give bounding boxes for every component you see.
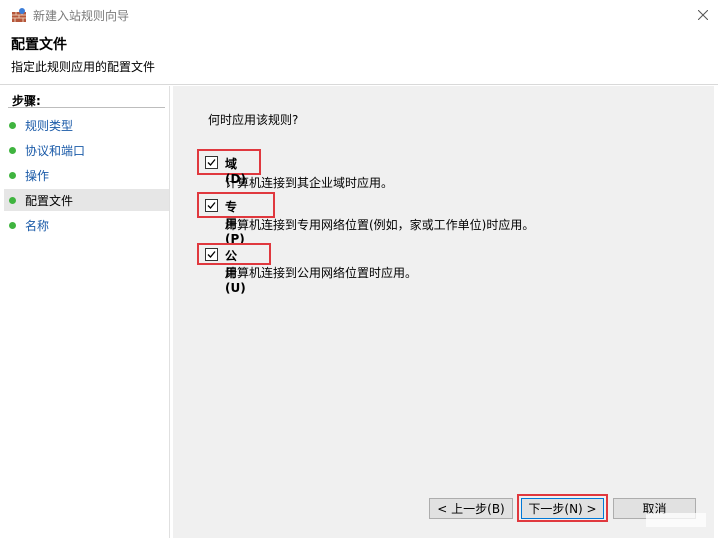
firewall-wall-icon [12, 8, 26, 22]
public-description: 计算机连接到公用网络位置时应用。 [225, 266, 418, 280]
close-button[interactable] [688, 0, 718, 30]
sidebar-item-profile[interactable]: 配置文件 [4, 189, 169, 211]
private-checkbox[interactable] [205, 199, 218, 212]
step-dot-icon [9, 221, 16, 229]
question-text: 何时应用该规则? [208, 113, 299, 127]
close-icon [698, 10, 708, 20]
next-button[interactable]: 下一步(N) > [521, 498, 604, 519]
page-subtitle: 指定此规则应用的配置文件 [11, 60, 156, 74]
sidebar-item-label: 配置文件 [25, 193, 74, 208]
watermark-overlay [646, 513, 706, 527]
sidebar-item-label: 协议和端口 [25, 143, 86, 158]
sidebar-item-rule-type[interactable]: 规则类型 [4, 114, 169, 136]
steps-sidebar: 步骤: 规则类型 协议和端口 操作 配置文件 名称 [4, 86, 170, 538]
domain-checkbox[interactable] [205, 156, 218, 169]
step-dot-icon [9, 146, 16, 154]
page-title: 配置文件 [11, 37, 67, 53]
public-checkbox[interactable] [205, 248, 218, 261]
window-title: 新建入站规则向导 [33, 9, 130, 23]
sidebar-item-action[interactable]: 操作 [4, 164, 169, 186]
sidebar-item-name[interactable]: 名称 [4, 214, 169, 236]
main-panel: 何时应用该规则? 域(D) 计算机连接到其企业域时应用。 专用(P) 计算机连接… [173, 86, 714, 538]
step-dot-icon [9, 196, 16, 204]
title-bar: 新建入站规则向导 [0, 0, 718, 30]
back-button[interactable]: < 上一步(B) [429, 498, 513, 519]
sidebar-item-label: 操作 [25, 168, 50, 183]
sidebar-item-label: 规则类型 [25, 118, 74, 133]
divider [8, 107, 165, 108]
step-dot-icon [9, 171, 16, 179]
wizard-header: 配置文件 指定此规则应用的配置文件 [0, 30, 718, 85]
step-dot-icon [9, 121, 16, 129]
domain-description: 计算机连接到其企业域时应用。 [225, 176, 394, 190]
sidebar-item-label: 名称 [25, 218, 50, 233]
checkmark-icon [207, 251, 216, 258]
private-description: 计算机连接到专用网络位置(例如，家或工作单位)时应用。 [225, 218, 535, 232]
checkmark-icon [207, 159, 216, 166]
checkmark-icon [207, 202, 216, 209]
sidebar-item-protocol-ports[interactable]: 协议和端口 [4, 139, 169, 161]
